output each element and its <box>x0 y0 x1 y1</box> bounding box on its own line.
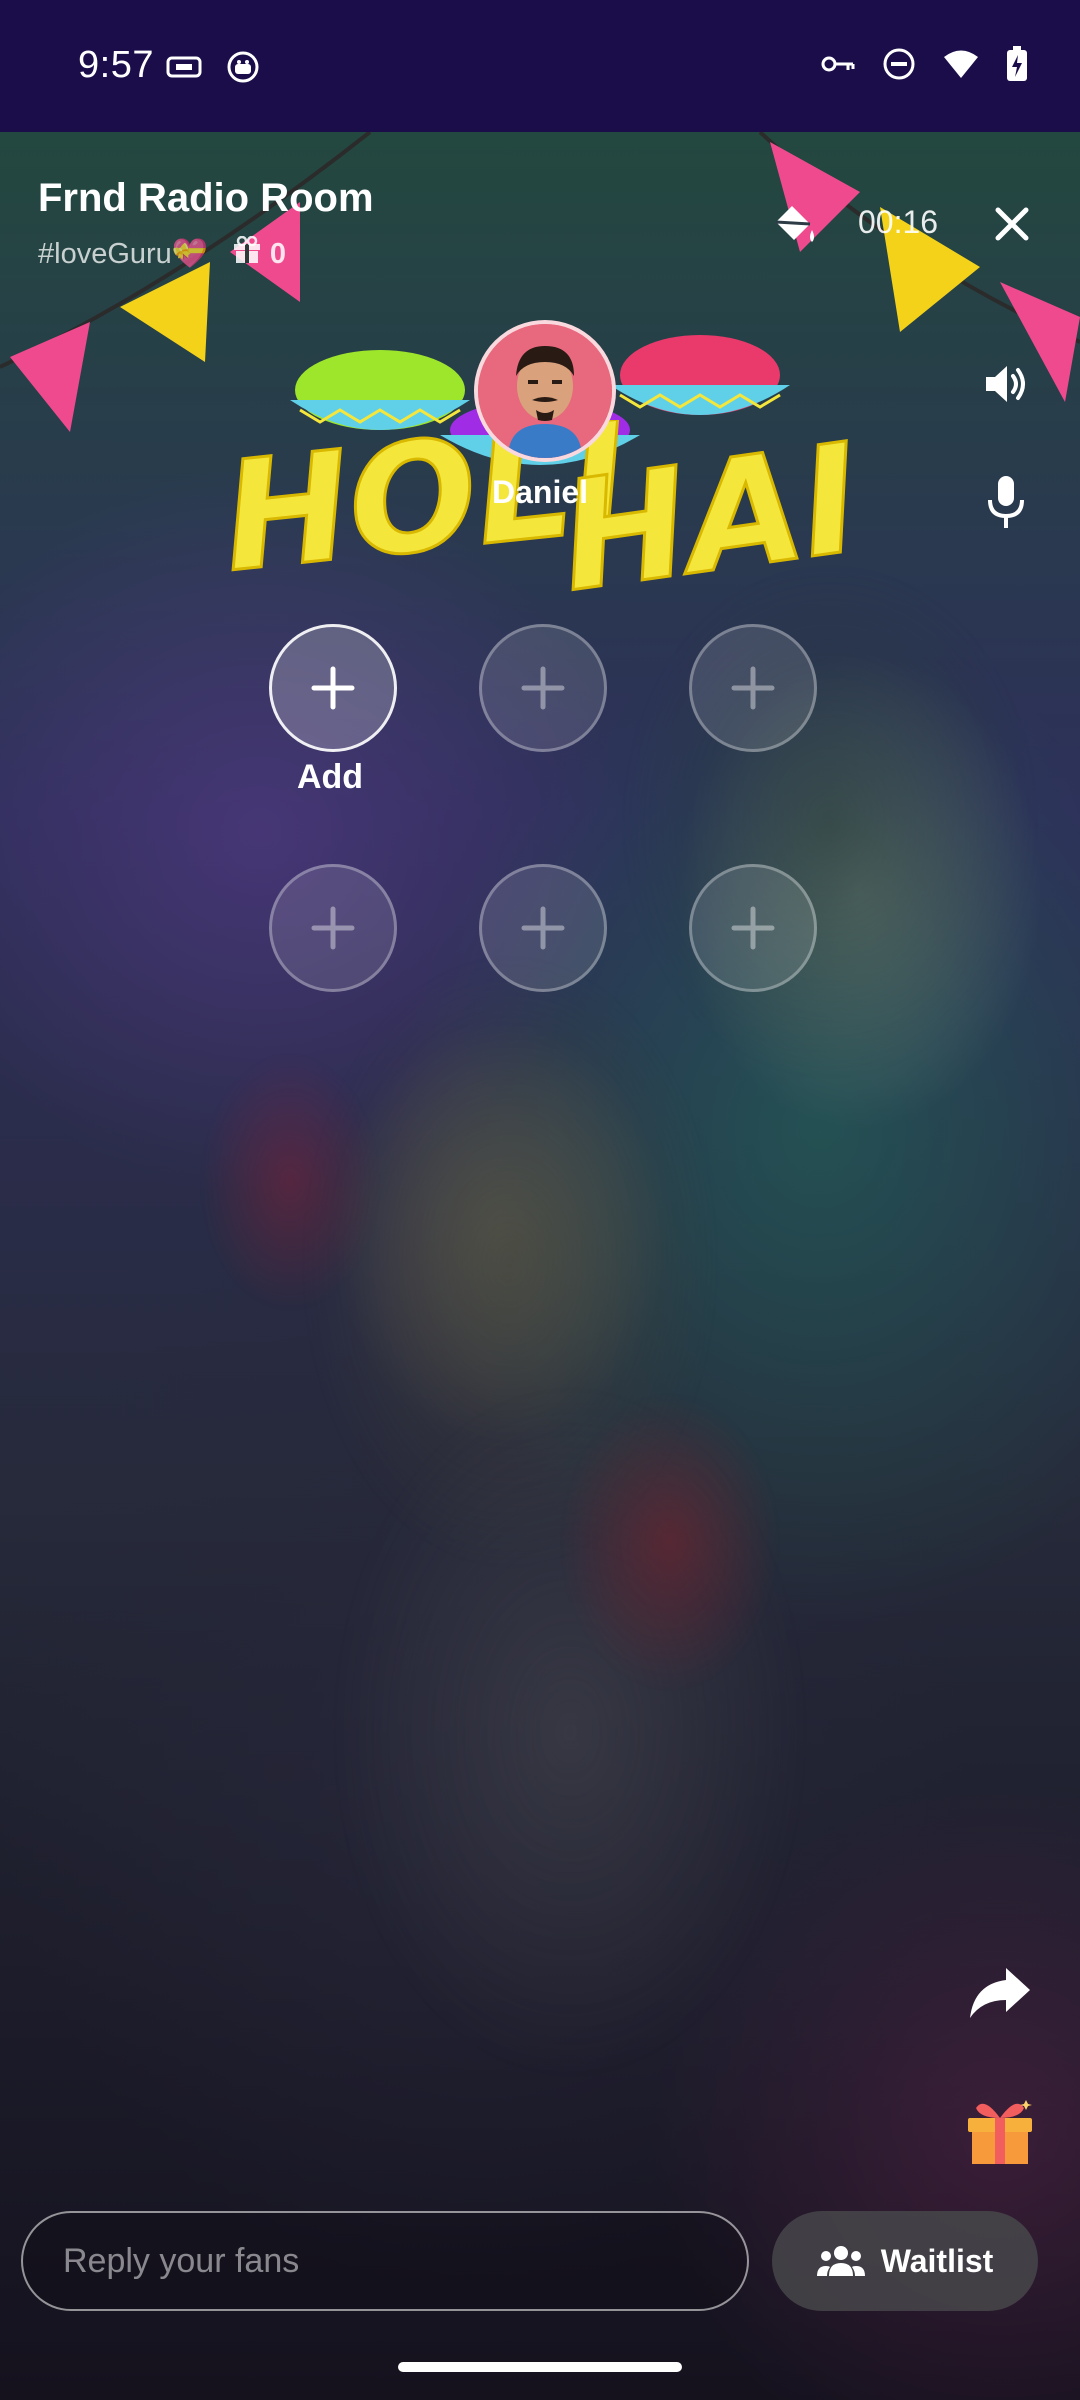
add-seat-button[interactable] <box>269 624 397 752</box>
plus-icon <box>521 666 565 710</box>
speaker-icon <box>986 366 1025 402</box>
gift-count: 0 <box>232 235 287 272</box>
waitlist-button[interactable]: Waitlist <box>772 2211 1038 2311</box>
gift-small-icon <box>232 235 262 272</box>
empty-seat-4[interactable] <box>269 864 397 992</box>
share-arrow-icon <box>970 1968 1030 2018</box>
status-time: 9:57 <box>78 44 154 86</box>
empty-seat-2[interactable] <box>479 624 607 752</box>
plus-icon <box>311 666 355 710</box>
plus-icon <box>521 906 565 950</box>
status-bar: 9:57 <box>0 0 1080 132</box>
add-seat-label: Add <box>296 758 364 796</box>
people-icon <box>816 2246 865 2276</box>
robot-icon <box>226 50 260 89</box>
reply-fans-input[interactable]: Reply your fans <box>21 2211 749 2311</box>
card-icon <box>166 55 202 84</box>
home-indicator[interactable] <box>398 2362 682 2372</box>
empty-seat-6[interactable] <box>689 864 817 992</box>
key-icon <box>820 52 856 81</box>
avatar-illustration <box>478 324 612 458</box>
host-name: Daniel <box>491 474 589 510</box>
dnd-icon <box>882 47 916 86</box>
microphone-icon <box>988 476 1024 528</box>
gift-box-icon <box>968 2100 1032 2164</box>
send-gift-button[interactable] <box>960 2090 1040 2170</box>
microphone-button[interactable] <box>976 470 1036 534</box>
wifi-icon <box>942 48 980 85</box>
room-timer: 00:16 <box>858 204 939 240</box>
svg-text:HAI: HAI <box>551 420 850 626</box>
paint-bucket-icon[interactable] <box>762 196 822 256</box>
gift-count-value: 0 <box>269 237 287 270</box>
close-icon <box>995 207 1029 241</box>
share-button[interactable] <box>964 1960 1036 2024</box>
empty-seat-3[interactable] <box>689 624 817 752</box>
room-title: Frnd Radio Room <box>38 176 374 220</box>
room-tag[interactable]: #loveGuru💝 <box>38 237 208 271</box>
app-root: 9:57 Frnd Radio Room #loveGuru💝 0 00:16 … <box>0 0 1080 2400</box>
battery-charging-icon <box>1006 46 1028 87</box>
waitlist-label: Waitlist <box>880 2242 994 2279</box>
close-button[interactable] <box>982 194 1042 254</box>
plus-icon <box>731 906 775 950</box>
room-subtitle: #loveGuru💝 0 <box>38 235 287 272</box>
empty-seat-5[interactable] <box>479 864 607 992</box>
speaker-button[interactable] <box>976 354 1036 414</box>
plus-icon <box>311 906 355 950</box>
plus-icon <box>731 666 775 710</box>
host-avatar[interactable] <box>474 320 616 462</box>
